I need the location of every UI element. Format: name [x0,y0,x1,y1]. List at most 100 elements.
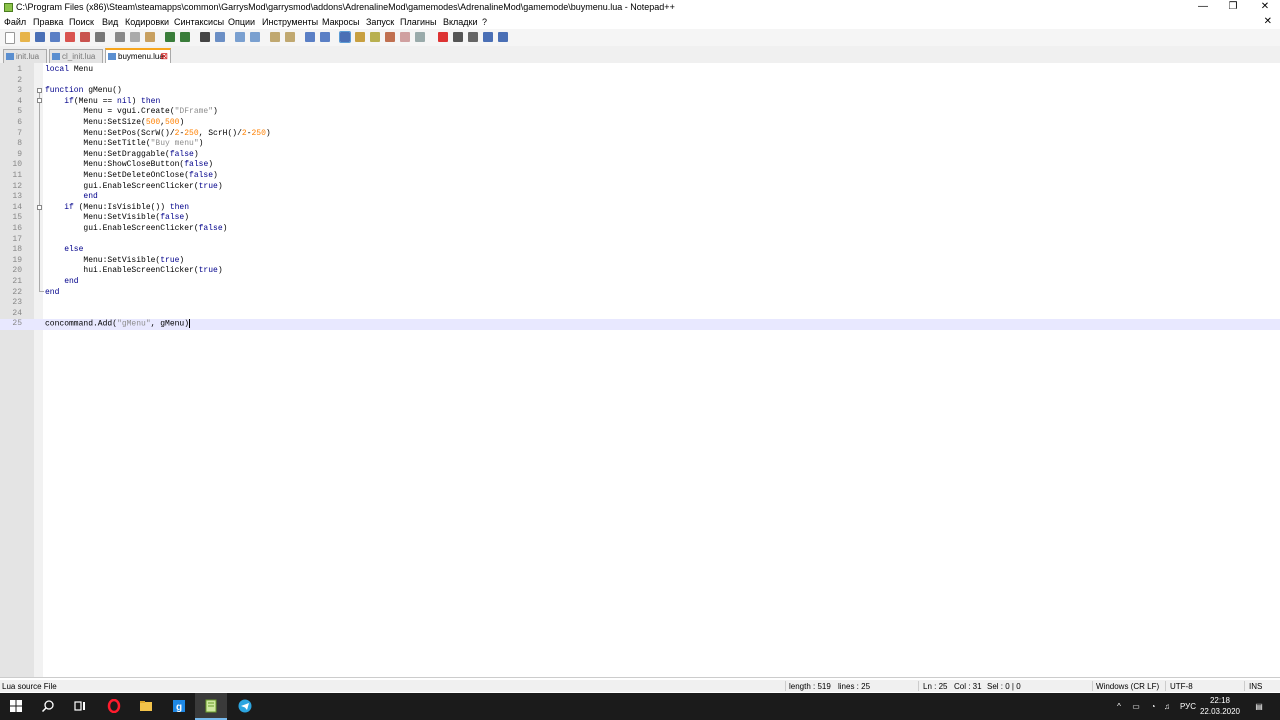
menu-encoding[interactable]: Кодировки [125,17,169,27]
menu-macros[interactable]: Макросы [322,17,360,27]
title-bar: C:\Program Files (x86)\Steam\steamapps\c… [0,0,1280,15]
tab-init-lua[interactable]: init.lua [3,49,47,63]
status-bar: Lua source File length : 519 lines : 25 … [0,680,1280,692]
network-icon[interactable]: ◔ [1147,693,1159,720]
windows-logo-icon [10,700,22,712]
status-length: length : 519 [789,682,831,691]
close-document-icon[interactable]: ✕ [1264,16,1272,27]
undo-icon[interactable] [165,32,175,42]
menu-bar: Файл Правка Поиск Вид Кодировки Синтакси… [0,15,1280,29]
zoom-out-icon[interactable] [250,32,260,42]
code-editor[interactable]: 1 local Menu 2 3 function gMenu() 4 if(Men… [0,63,1280,678]
save-all-icon[interactable] [50,32,60,42]
taskbar-notepad-plus-plus[interactable] [195,693,227,720]
paste-icon[interactable] [145,32,155,42]
folder-icon [140,701,152,711]
code-line: 5 Menu = vgui.Create("DFrame") [17,107,218,117]
status-insert-mode[interactable]: INS [1249,682,1262,691]
file-icon [52,53,60,60]
menu-plugins[interactable]: Плагины [400,17,436,27]
print-icon[interactable] [95,32,105,42]
run-macro-multiple-icon[interactable] [483,32,493,42]
battery-icon[interactable]: ▭ [1130,693,1142,720]
menu-file[interactable]: Файл [4,17,26,27]
status-lines: lines : 25 [838,682,871,691]
start-button[interactable] [0,693,32,720]
code-line: 13 end [12,192,98,202]
close-all-icon[interactable] [80,32,90,42]
tab-buymenu-lua[interactable]: buymenu.lua ⊠ [105,48,171,63]
restore-button[interactable]: ❐ [1218,0,1248,15]
function-list-icon[interactable] [385,32,395,42]
code-line: 12 gui.EnableScreenClicker(true) [12,181,223,191]
menu-search[interactable]: Поиск [69,17,94,27]
cut-icon[interactable] [115,32,125,42]
monitoring-icon[interactable] [415,32,425,42]
menu-options[interactable]: Опции [228,17,255,27]
tray-overflow-icon[interactable]: ^ [1113,693,1125,720]
code-line: 6 Menu:SetSize(500,500) [17,118,185,127]
menu-view[interactable]: Вид [102,17,118,27]
windows-taskbar: g ^ ▭ ◔ ♫ РУС 22:18 22.03.2020 ▤ [0,693,1280,720]
word-wrap-icon[interactable] [305,32,315,42]
tab-cl-init-lua[interactable]: cl_init.lua [49,49,103,63]
code-line: 16 gui.EnableScreenClicker(false) [12,224,228,233]
language-define-icon[interactable] [355,32,365,42]
indent-guide-icon[interactable] [339,31,351,43]
sync-horizontal-icon[interactable] [285,32,295,42]
code-line: 9 Menu:SetDraggable(false) [17,149,199,159]
save-macro-icon[interactable] [498,32,508,42]
toolbar [0,29,1280,47]
status-encoding[interactable]: UTF-8 [1170,682,1193,691]
close-file-icon[interactable] [65,32,75,42]
menu-help[interactable]: ? [482,17,487,27]
new-file-icon[interactable] [5,32,15,44]
play-macro-icon[interactable] [468,32,478,42]
notepad-plus-plus-icon [205,699,217,713]
code-line: 22 end [12,287,60,297]
menu-run[interactable]: Запуск [366,17,394,27]
search-button[interactable] [32,693,64,720]
code-line: 21 end [12,277,79,286]
copy-icon[interactable] [130,32,140,42]
svg-text:g: g [176,702,182,713]
task-view-button[interactable] [64,693,96,720]
code-line: 24 [12,308,22,318]
clock[interactable]: 22:18 22.03.2020 [1198,695,1242,717]
minimize-button[interactable]: — [1188,0,1218,15]
taskbar-garrys-mod[interactable]: g [163,693,195,720]
code-line: 4 if(Menu == nil) then [17,96,161,106]
stop-macro-icon[interactable] [453,32,463,42]
code-line: 7 Menu:SetPos(ScrW()/2-250, ScrH()/2-250… [17,128,271,138]
status-file-type: Lua source File [2,682,57,691]
folder-as-workspace-icon[interactable] [400,32,410,42]
window-title: C:\Program Files (x86)\Steam\steamapps\c… [16,2,675,12]
taskbar-file-explorer[interactable] [130,693,162,720]
taskbar-opera[interactable] [98,693,130,720]
code-line: 17 [12,234,22,244]
open-file-icon[interactable] [20,32,30,42]
show-all-chars-icon[interactable] [320,32,330,42]
save-icon[interactable] [35,32,45,42]
redo-icon[interactable] [180,32,190,42]
opera-icon [107,699,121,713]
find-icon[interactable] [200,32,210,42]
replace-icon[interactable] [215,32,225,42]
record-macro-icon[interactable] [438,32,448,42]
zoom-in-icon[interactable] [235,32,245,42]
menu-tabs[interactable]: Вкладки [443,17,478,27]
doc-map-icon[interactable] [370,32,380,42]
notifications-icon[interactable]: ▤ [1250,693,1268,720]
tab-close-icon[interactable]: ⊠ [160,50,168,63]
menu-edit[interactable]: Правка [33,17,63,27]
status-eol[interactable]: Windows (CR LF) [1096,682,1159,691]
status-selection: Sel : 0 | 0 [987,682,1021,691]
telegram-icon [238,699,252,713]
taskbar-telegram[interactable] [229,693,261,720]
language-indicator[interactable]: РУС [1178,693,1198,720]
close-button[interactable]: ✕ [1250,0,1280,15]
sync-vertical-icon[interactable] [270,32,280,42]
volume-icon[interactable]: ♫ [1161,693,1173,720]
menu-tools[interactable]: Инструменты [262,17,318,27]
menu-syntax[interactable]: Синтаксисы [174,17,224,27]
